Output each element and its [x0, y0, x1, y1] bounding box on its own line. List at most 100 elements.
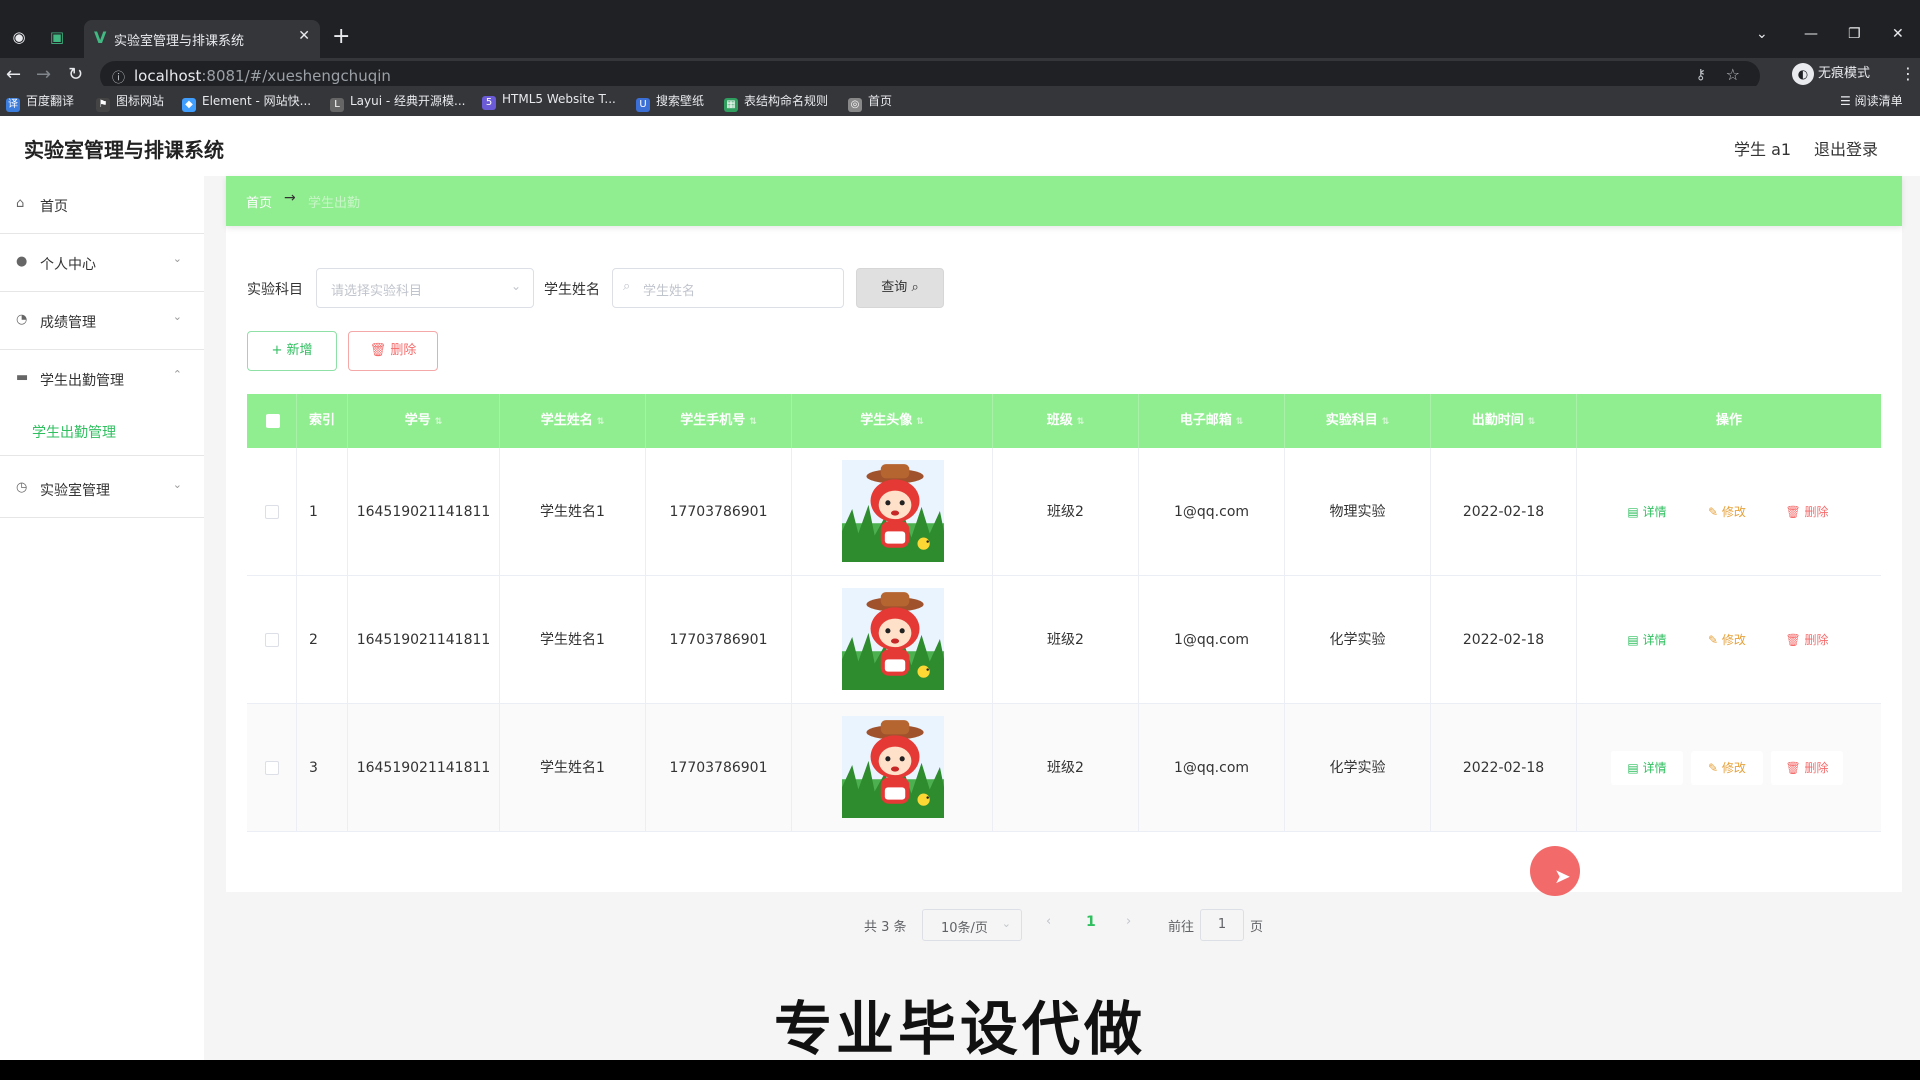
student-avatar — [842, 460, 944, 562]
sort-icon[interactable]: ⇅ — [1528, 417, 1536, 427]
sidebar-item-lab[interactable]: ◷ 实验室管理 ⌄ — [0, 460, 204, 518]
sidebar-item-home[interactable]: ⌂ 首页 — [0, 176, 204, 234]
batch-delete-button[interactable]: 🗑 删除 — [348, 331, 438, 371]
edit-button[interactable]: ✎ 修改 — [1691, 495, 1763, 529]
edit-label: 修改 — [1721, 633, 1746, 647]
sort-icon[interactable]: ⇅ — [1382, 417, 1390, 427]
select-all-checkbox[interactable] — [266, 414, 280, 428]
sidebar-subitem-label: 学生出勤管理 — [32, 425, 116, 441]
document-icon: ▤ — [1627, 761, 1643, 775]
column-header[interactable]: 实验科目 ⇅ — [1285, 394, 1431, 448]
column-header[interactable]: 学号 ⇅ — [348, 394, 500, 448]
delete-button[interactable]: 🗑 删除 — [1771, 751, 1843, 785]
column-header[interactable]: 学生手机号 ⇅ — [646, 394, 792, 448]
reading-list[interactable]: ☰ 阅读清单 — [1840, 92, 1903, 109]
sort-icon[interactable]: ⇅ — [916, 417, 924, 427]
sidebar-subitem-attendance[interactable]: 学生出勤管理 — [0, 406, 204, 456]
active-tab[interactable]: V 实验室管理与排课系统 ✕ — [84, 20, 320, 58]
prev-page-icon[interactable]: ‹ — [1046, 914, 1051, 929]
student-name-cell: 学生姓名1 — [500, 448, 646, 576]
reload-icon[interactable]: ↻ — [68, 64, 83, 85]
delete-label: 删除 — [1804, 505, 1829, 519]
column-header-label: 班级 — [1046, 413, 1073, 428]
column-header[interactable]: 班级 ⇅ — [993, 394, 1139, 448]
row-checkbox[interactable] — [265, 505, 279, 519]
sidebar-item-grades[interactable]: ◔ 成绩管理 ⌄ — [0, 292, 204, 350]
breadcrumb: 首页 → 学生出勤 — [226, 176, 1902, 226]
table-row[interactable]: 1 164519021141811 学生姓名1 17703786901 班级2 … — [247, 448, 1881, 576]
bookmark-item[interactable]: U 搜索壁纸 — [636, 92, 704, 112]
more-menu-icon[interactable]: ⋮ — [1900, 64, 1916, 83]
chart-icon: ◔ — [16, 312, 28, 327]
column-header[interactable]: 索引 — [297, 394, 348, 448]
back-icon[interactable]: ← — [6, 64, 21, 85]
close-tab-icon[interactable]: ✕ — [298, 28, 310, 44]
chevron-down-icon: ⌄ — [510, 279, 521, 293]
trash-icon: 🗑 — [1785, 761, 1805, 775]
password-key-icon[interactable]: ⚷ — [1696, 67, 1706, 83]
sort-icon[interactable]: ⇅ — [597, 417, 605, 427]
logout-link[interactable]: 退出登录 — [1814, 136, 1878, 160]
subject-select[interactable]: 请选择实验科目 ⌄ — [316, 268, 534, 308]
table-row[interactable]: 3 164519021141811 学生姓名1 17703786901 班级2 … — [247, 704, 1881, 832]
page-number-current[interactable]: 1 — [1086, 914, 1096, 930]
tab-search-icon[interactable]: ⌄ — [1756, 26, 1768, 42]
bookmark-item[interactable]: 译百度翻译 — [6, 92, 74, 112]
sort-icon[interactable]: ⇅ — [1077, 417, 1085, 427]
page-size-select[interactable]: 10条/页 ⌄ — [922, 909, 1022, 941]
browser-menu-icon[interactable]: ◉ — [8, 26, 30, 48]
index-cell: 2 — [297, 576, 348, 704]
delete-button[interactable]: 🗑 删除 — [1771, 623, 1843, 657]
column-header[interactable]: 出勤时间 ⇅ — [1431, 394, 1577, 448]
next-page-icon[interactable]: › — [1126, 914, 1131, 929]
column-header[interactable]: 学生头像 ⇅ — [792, 394, 993, 448]
subject-placeholder: 请选择实验科目 — [331, 284, 423, 299]
goto-page-input[interactable]: 1 — [1200, 909, 1244, 941]
student-name-cell: 学生姓名1 — [500, 576, 646, 704]
add-button[interactable]: + 新增 — [247, 331, 337, 371]
column-header[interactable]: 电子邮箱 ⇅ — [1139, 394, 1285, 448]
bookmark-item[interactable]: 5 HTML5 Website T... — [482, 92, 616, 110]
document-icon: ▤ — [1627, 633, 1643, 647]
detail-button[interactable]: ▤ 详情 — [1611, 751, 1683, 785]
tab-group-icon[interactable]: ▣ — [46, 26, 68, 48]
site-info-icon[interactable]: ⓘ — [112, 67, 125, 86]
edit-button[interactable]: ✎ 修改 — [1691, 623, 1763, 657]
student-id-cell: 164519021141811 — [348, 448, 500, 576]
edit-icon: ✎ — [1708, 761, 1722, 775]
chevron-down-icon: ⌄ — [1001, 917, 1011, 930]
column-header-label: 学生头像 — [860, 413, 913, 428]
sort-icon[interactable]: ⇅ — [435, 417, 443, 427]
bookmark-item[interactable]: L Layui - 经典开源模... — [330, 92, 465, 112]
page-size-value: 10条/页 — [941, 921, 988, 936]
column-header[interactable]: 学生姓名 ⇅ — [500, 394, 646, 448]
sidebar-item-attendance[interactable]: ▬ 学生出勤管理 ⌃ — [0, 350, 204, 408]
sort-icon[interactable]: ⇅ — [749, 417, 757, 427]
sort-icon[interactable]: ⇅ — [1236, 417, 1244, 427]
detail-button[interactable]: ▤ 详情 — [1611, 623, 1683, 657]
bookmark-item[interactable]: ◆ Element - 网站快... — [182, 92, 311, 112]
forward-icon[interactable]: → — [36, 64, 51, 85]
incognito-indicator[interactable]: ◐ 无痕模式 — [1792, 62, 1870, 85]
delete-button[interactable]: 🗑 删除 — [1771, 495, 1843, 529]
arrow-right-icon: → — [284, 190, 296, 206]
edit-button[interactable]: ✎ 修改 — [1691, 751, 1763, 785]
subject-label: 实验科目 — [247, 282, 303, 298]
new-tab-icon[interactable]: + — [332, 24, 350, 49]
minimize-icon[interactable]: — — [1804, 26, 1818, 42]
table-row[interactable]: 2 164519021141811 学生姓名1 17703786901 班级2 … — [247, 576, 1881, 704]
row-checkbox[interactable] — [265, 761, 279, 775]
breadcrumb-home[interactable]: 首页 — [246, 192, 272, 211]
sidebar-item-profile[interactable]: ● 个人中心 ⌄ — [0, 234, 204, 292]
detail-button[interactable]: ▤ 详情 — [1611, 495, 1683, 529]
row-checkbox[interactable] — [265, 633, 279, 647]
close-window-icon[interactable]: ✕ — [1892, 26, 1904, 42]
bookmark-item[interactable]: ⚑ 图标网站 — [96, 92, 164, 112]
restore-icon[interactable]: ❐ — [1848, 26, 1861, 42]
name-search-input[interactable]: ⌕ 学生姓名 — [612, 268, 844, 308]
bookmark-item[interactable]: ◎ 首页 — [848, 92, 892, 112]
detail-label: 详情 — [1642, 761, 1667, 775]
bookmark-item[interactable]: ▦ 表结构命名规则 — [724, 92, 828, 112]
bookmark-star-icon[interactable]: ☆ — [1726, 65, 1740, 84]
query-button[interactable]: 查询 ⌕ — [856, 268, 944, 308]
